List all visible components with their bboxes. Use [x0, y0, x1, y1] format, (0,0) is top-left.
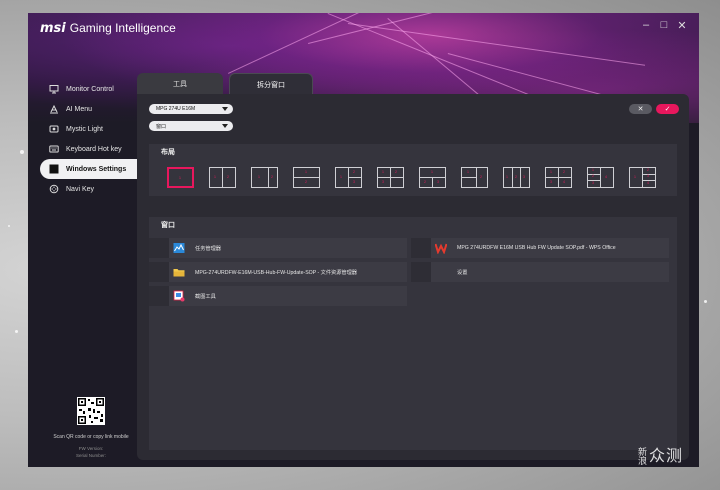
window-item-handle [411, 262, 431, 282]
keyboard-icon [48, 143, 60, 155]
wps-icon [435, 242, 447, 254]
fw-version: FW Version: [78, 446, 104, 451]
layout-options: 1 12 12 12 123 123 1 2 3 1 2 1 2 3 1 2 3… [149, 160, 677, 196]
window-item-label: MPG 274URDFW E16M USB Hub FW Update SOP.… [457, 245, 616, 251]
chevron-down-icon [222, 107, 228, 111]
chevron-down-icon [222, 124, 228, 128]
sidebar-item-label: Monitor Control [66, 85, 114, 93]
layout-option-6[interactable]: 123 [377, 167, 404, 188]
navi-key-icon [48, 183, 60, 195]
window-item-label: MPG-274URDFW-E16M-USB-Hub-FW-Update-SOP … [195, 269, 357, 276]
layout-option-3[interactable]: 12 [251, 167, 278, 188]
window-item-label: 设置 [457, 269, 468, 276]
window-list: 任务管理器 MPG 274URDFW E16M USB Hub FW Updat… [149, 232, 677, 450]
layout-option-9[interactable]: 123 [503, 167, 530, 188]
app-name: Gaming Intelligence [69, 21, 176, 35]
title-bar: msi Gaming Intelligence – □ ✕ [28, 13, 699, 45]
window-item-label: 截图工具 [195, 293, 216, 300]
window-item-file-explorer[interactable]: MPG-274URDFW-E16M-USB-Hub-FW-Update-SOP … [149, 262, 407, 282]
main-panel: MPG 274U E16M 窗口 ✕ ✓ 布局 1 12 12 12 1 2 3… [137, 94, 689, 460]
sidebar-item-mystic-light[interactable]: Mystic Light [40, 119, 140, 139]
tab-split-window[interactable]: 拆分窗口 [229, 73, 313, 96]
app-window: msi Gaming Intelligence – □ ✕ Monitor Con… [28, 13, 699, 467]
window-item-handle [149, 286, 169, 306]
sidebar-item-label: Windows Settings [66, 165, 127, 173]
monitor-select[interactable]: MPG 274U E16M [149, 104, 233, 114]
sidebar-item-label: Mystic Light [66, 125, 103, 133]
sidebar-item-keyboard-hot-key[interactable]: Keyboard Hot key [40, 139, 140, 159]
window-controls: – □ ✕ [641, 19, 687, 32]
maximize-button[interactable]: □ [659, 19, 669, 32]
minimize-button[interactable]: – [641, 19, 651, 32]
sidebar-item-windows-settings[interactable]: Windows Settings [40, 159, 152, 179]
window-item-settings[interactable]: 设置 [411, 262, 669, 282]
window-section-title: 窗口 [149, 217, 677, 233]
sidebar-item-monitor-control[interactable]: Monitor Control [40, 79, 140, 99]
folder-icon [173, 266, 185, 278]
tab-tools[interactable]: 工具 [137, 73, 223, 95]
serial-number: Serial Number: [75, 453, 106, 458]
light-icon [48, 123, 60, 135]
qr-block: Scan QR code or copy link mobile FW Vers… [36, 397, 146, 459]
sidebar-item-label: Keyboard Hot key [66, 145, 122, 153]
ai-menu-icon [48, 103, 60, 115]
layout-option-8[interactable]: 12 [461, 167, 488, 188]
watermark: 新浪众测 [638, 442, 683, 466]
snipping-tool-icon [173, 290, 185, 302]
window-item-snipping-tool[interactable]: 截图工具 [149, 286, 407, 306]
window-select-value: 窗口 [156, 123, 167, 130]
layout-option-7[interactable]: 123 [419, 167, 446, 188]
layout-option-2[interactable]: 12 [209, 167, 236, 188]
sidebar-item-label: AI Menu [66, 105, 93, 113]
qr-code[interactable] [77, 397, 105, 425]
window-item-wps-office[interactable]: MPG 274URDFW E16M USB Hub FW Update SOP.… [411, 238, 669, 258]
layout-option-5[interactable]: 123 [335, 167, 362, 188]
window-item-handle [411, 238, 431, 258]
window-item-label: 任务管理器 [195, 245, 221, 252]
settings-icon [435, 266, 447, 278]
task-manager-icon [173, 242, 185, 254]
cancel-button[interactable]: ✕ [629, 104, 652, 114]
app-title: msi Gaming Intelligence [40, 21, 176, 36]
watermark-small-text: 新浪 [638, 446, 649, 466]
layout-option-12[interactable]: 1234 [629, 167, 656, 188]
qr-caption: Scan QR code or copy link mobile [53, 434, 129, 440]
layout-option-10[interactable]: 1234 [545, 167, 572, 188]
close-button[interactable]: ✕ [677, 19, 687, 32]
window-item-task-manager[interactable]: 任务管理器 [149, 238, 407, 258]
layout-option-1[interactable]: 1 [167, 167, 194, 188]
window-item-handle [149, 262, 169, 282]
layout-option-11[interactable]: 1234 [587, 167, 614, 188]
windows-icon [48, 163, 60, 175]
watermark-large-text: 众测 [649, 448, 684, 465]
window-item-handle [149, 238, 169, 258]
window-select[interactable]: 窗口 [149, 121, 233, 131]
sidebar: Monitor Control AI Menu Mystic Light Key… [40, 79, 152, 199]
monitor-select-value: MPG 274U E16M [156, 106, 196, 112]
sidebar-item-ai-menu[interactable]: AI Menu [40, 99, 140, 119]
layout-option-4[interactable]: 12 [293, 167, 320, 188]
layout-section-title: 布局 [149, 144, 677, 160]
monitor-icon [48, 83, 60, 95]
confirm-button[interactable]: ✓ [656, 104, 679, 114]
sidebar-item-navi-key[interactable]: Navi Key [40, 179, 140, 199]
msi-logo: msi [40, 21, 66, 36]
sidebar-item-label: Navi Key [66, 185, 95, 193]
